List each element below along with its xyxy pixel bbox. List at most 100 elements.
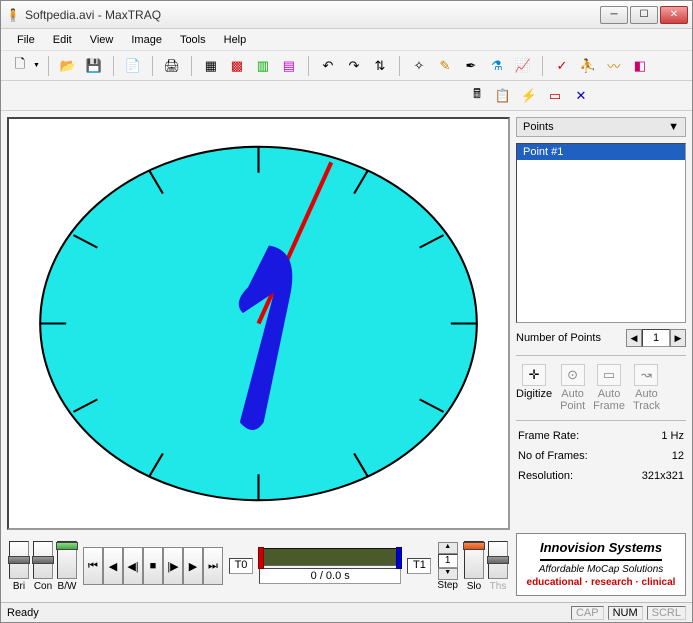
no-frames-row: No of Frames:12 <box>516 449 686 463</box>
check-icon[interactable]: ✓ <box>551 55 573 77</box>
next-frame-button[interactable]: ▶ <box>183 547 203 585</box>
points-dropdown[interactable]: Points▼ <box>516 117 686 137</box>
divider <box>516 355 686 356</box>
calc-icon[interactable]: 🖩 <box>466 85 488 107</box>
grid2-icon[interactable]: ▩ <box>226 55 248 77</box>
rect-icon[interactable]: ▭ <box>544 85 566 107</box>
sep <box>399 56 400 76</box>
menu-view[interactable]: View <box>82 32 122 48</box>
erase-icon[interactable]: ◧ <box>629 55 651 77</box>
cross-icon[interactable]: ✕ <box>570 85 592 107</box>
plot-icon[interactable]: 📈 <box>512 55 534 77</box>
bw-label: B/W <box>58 581 77 592</box>
pencil-icon[interactable]: ✎ <box>434 55 456 77</box>
menu-help[interactable]: Help <box>216 32 255 48</box>
compass-icon[interactable]: ✒ <box>460 55 482 77</box>
maximize-button[interactable]: ☐ <box>630 6 658 24</box>
minimize-button[interactable]: ─ <box>600 6 628 24</box>
rotate-left-icon[interactable]: ↶ <box>317 55 339 77</box>
list-item[interactable]: Point #1 <box>517 144 685 160</box>
t1-marker[interactable]: T1 <box>407 558 431 574</box>
sheet-icon[interactable]: 📋 <box>492 85 514 107</box>
slo-label: Slo <box>467 581 481 592</box>
video-frame <box>9 119 508 528</box>
step-fwd-button[interactable]: |▶ <box>163 547 183 585</box>
contrast-slider[interactable] <box>33 541 53 579</box>
app-window: 🧍 Softpedia.avi - MaxTRAQ ─ ☐ ✕ File Edi… <box>0 0 693 623</box>
vendor-tagline: Affordable MoCap Solutions <box>523 563 679 576</box>
new-icon[interactable]: 🗋 <box>9 55 31 77</box>
ths-slider[interactable] <box>488 541 508 579</box>
timeline-end-cap[interactable] <box>396 547 402 569</box>
sep <box>152 56 153 76</box>
stop-button[interactable]: ■ <box>143 547 163 585</box>
window-controls: ─ ☐ ✕ <box>600 6 688 24</box>
points-decrement-button[interactable]: ◀ <box>626 329 642 347</box>
grid4-icon[interactable]: ▤ <box>278 55 300 77</box>
auto-point-button: ⊙Auto Point <box>560 364 585 412</box>
last-frame-button[interactable]: ⏭ <box>203 547 223 585</box>
cap-indicator: CAP <box>571 606 604 620</box>
t0-marker[interactable]: T0 <box>229 558 253 574</box>
wave-icon[interactable]: 〰 <box>603 55 625 77</box>
brightness-label: Bri <box>13 581 25 592</box>
bw-slider[interactable] <box>57 541 77 579</box>
toolbar-1: 🗋▼ 📂 💾 📄 🖨 ▦ ▩ ▥ ▤ ↶ ↷ ⇅ ✧ ✎ ✒ ⚗ 📈 ✓ ⛹ 〰… <box>1 51 692 81</box>
auto-frame-icon: ▭ <box>597 364 621 386</box>
auto-point-icon: ⊙ <box>561 364 585 386</box>
step-down-button[interactable]: ▼ <box>438 568 458 580</box>
first-frame-button[interactable]: ⏮ <box>83 547 103 585</box>
digitize-button[interactable]: ✛Digitize <box>516 364 552 412</box>
menu-image[interactable]: Image <box>123 32 170 48</box>
sep <box>191 56 192 76</box>
frame-rate-value: 1 Hz <box>661 430 684 442</box>
rotate-right-icon[interactable]: ↷ <box>343 55 365 77</box>
timeline-start-cap[interactable] <box>258 547 264 569</box>
sep <box>113 56 114 76</box>
menu-edit[interactable]: Edit <box>45 32 80 48</box>
grid3-icon[interactable]: ▥ <box>252 55 274 77</box>
vendor-logo: Innovision Systems Affordable MoCap Solu… <box>516 533 686 596</box>
grid1-icon[interactable]: ▦ <box>200 55 222 77</box>
close-button[interactable]: ✕ <box>660 6 688 24</box>
menu-tools[interactable]: Tools <box>172 32 214 48</box>
step-label: Step <box>437 580 458 591</box>
flip-icon[interactable]: ⇅ <box>369 55 391 77</box>
content-area: Bri Con B/W ⏮ ◀ ◀| ■ |▶ ▶ ⏭ T0 0 / 0.0 s <box>1 111 692 602</box>
num-points-row: Number of Points ◀ 1 ▶ <box>516 329 686 347</box>
save-icon[interactable]: 💾 <box>83 55 105 77</box>
timeline-readout: 0 / 0.0 s <box>259 568 401 584</box>
menu-file[interactable]: File <box>9 32 43 48</box>
sep <box>542 56 543 76</box>
micro-icon[interactable]: ⚗ <box>486 55 508 77</box>
points-increment-button[interactable]: ▶ <box>670 329 686 347</box>
prev-frame-button[interactable]: ◀ <box>103 547 123 585</box>
no-frames-value: 12 <box>672 450 684 462</box>
chevron-down-icon: ▼ <box>668 121 679 133</box>
viewport-area: Bri Con B/W ⏮ ◀ ◀| ■ |▶ ▶ ⏭ T0 0 / 0.0 s <box>7 117 510 596</box>
figure-icon[interactable]: ⛹ <box>577 55 599 77</box>
video-viewport[interactable] <box>7 117 510 530</box>
open-icon[interactable]: 📂 <box>57 55 79 77</box>
window-title: Softpedia.avi - MaxTRAQ <box>25 8 600 22</box>
step-up-button[interactable]: ▲ <box>438 542 458 554</box>
new-dropdown[interactable]: ▼ <box>33 62 40 69</box>
app-icon: 🧍 <box>5 7 21 23</box>
wand-icon[interactable]: ✧ <box>408 55 430 77</box>
side-panel: Points▼ Point #1 Number of Points ◀ 1 ▶ … <box>516 117 686 596</box>
bolt-icon[interactable]: ⚡ <box>518 85 540 107</box>
print-icon[interactable]: 🖨 <box>161 55 183 77</box>
points-list[interactable]: Point #1 <box>516 143 686 323</box>
copy-icon[interactable]: 📄 <box>122 55 144 77</box>
auto-track-button: ↝Auto Track <box>633 364 660 412</box>
auto-frame-button: ▭Auto Frame <box>593 364 625 412</box>
timeline-bar[interactable] <box>259 548 401 566</box>
transport-bar: Bri Con B/W ⏮ ◀ ◀| ■ |▶ ▶ ⏭ T0 0 / 0.0 s <box>7 536 510 596</box>
slo-slider[interactable] <box>464 541 484 579</box>
step-back-button[interactable]: ◀| <box>123 547 143 585</box>
ths-label: Ths <box>490 581 507 592</box>
brightness-slider[interactable] <box>9 541 29 579</box>
scrl-indicator: SCRL <box>647 606 686 620</box>
vendor-tags: educational · research · clinical <box>523 576 679 589</box>
resolution-row: Resolution:321x321 <box>516 469 686 483</box>
